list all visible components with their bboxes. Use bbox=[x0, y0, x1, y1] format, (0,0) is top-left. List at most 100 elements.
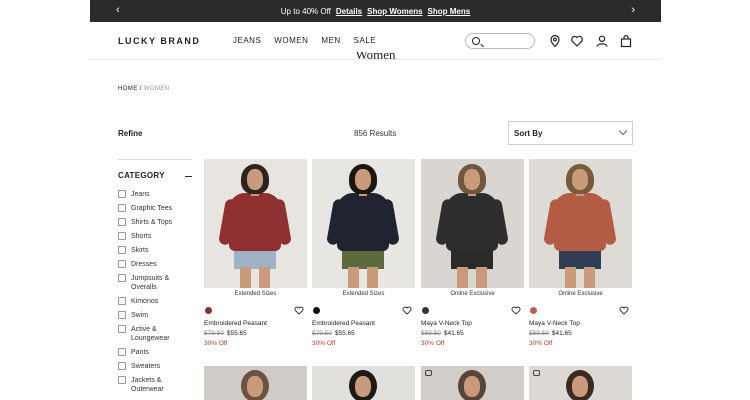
model-face bbox=[572, 169, 588, 190]
product-card[interactable]: Extended Sizes Embroidered Peasant $79.50 $… bbox=[312, 159, 415, 347]
checkbox[interactable] bbox=[118, 190, 126, 198]
brand-logo[interactable]: LUCKY BRAND bbox=[118, 36, 200, 46]
category-filter-item[interactable]: Jeans bbox=[118, 190, 192, 199]
product-image[interactable] bbox=[421, 159, 524, 288]
nav-jeans[interactable]: JEANS bbox=[233, 36, 261, 45]
product-card[interactable] bbox=[312, 366, 415, 400]
breadcrumb-current: WOMEN bbox=[143, 86, 170, 92]
product-name[interactable]: Embroidered Peasant bbox=[312, 320, 415, 327]
left-gutter bbox=[0, 0, 90, 400]
model-leg bbox=[457, 267, 468, 288]
checkbox[interactable] bbox=[118, 325, 126, 333]
category-label: Dresses bbox=[131, 261, 157, 268]
heart-icon[interactable] bbox=[511, 306, 521, 315]
category-filter-item[interactable]: Active & Loungewear bbox=[118, 325, 192, 343]
model-face bbox=[247, 376, 263, 397]
category-label: Jackets & Outerwear bbox=[131, 377, 164, 393]
product-card[interactable] bbox=[204, 366, 307, 400]
model-face bbox=[572, 376, 588, 397]
model-face bbox=[355, 376, 371, 397]
wishlist-icon[interactable] bbox=[570, 34, 584, 48]
product-card[interactable] bbox=[421, 366, 524, 400]
original-price: $79.50 bbox=[312, 330, 332, 337]
color-swatch[interactable] bbox=[205, 307, 212, 314]
checkbox[interactable] bbox=[118, 297, 126, 305]
product-image[interactable] bbox=[204, 159, 307, 288]
heart-icon[interactable] bbox=[402, 306, 412, 315]
checkbox[interactable] bbox=[118, 348, 126, 356]
promo-prev-arrow-icon[interactable]: ‹ bbox=[116, 4, 120, 16]
sale-price: $41.65 bbox=[443, 330, 464, 337]
category-filter-item[interactable]: Kimonos bbox=[118, 297, 192, 306]
store-locator-icon[interactable] bbox=[548, 34, 562, 48]
checkbox[interactable] bbox=[118, 362, 126, 370]
checkbox[interactable] bbox=[118, 260, 126, 268]
promo-details-link[interactable]: Details bbox=[336, 7, 362, 16]
right-gutter bbox=[660, 0, 750, 400]
promo-next-arrow-icon[interactable]: › bbox=[631, 4, 635, 16]
search-icon bbox=[472, 37, 480, 45]
product-card[interactable]: Online Exclusive Maya V-Neck Top $59.50 $41… bbox=[529, 159, 632, 347]
model-top bbox=[337, 193, 389, 251]
category-label: Swim bbox=[131, 312, 149, 319]
product-card[interactable]: Extended Sizes Embroidered Peasant $79.50 $… bbox=[204, 159, 307, 347]
nav-men[interactable]: MEN bbox=[321, 36, 340, 45]
product-image[interactable] bbox=[529, 159, 632, 288]
category-filter-item[interactable]: Graphic Tees bbox=[118, 204, 192, 213]
product-card[interactable]: Online Exclusive Maya V-Neck Top $59.50 $41… bbox=[421, 159, 524, 347]
category-label: Skirts bbox=[131, 247, 149, 254]
checkbox[interactable] bbox=[118, 246, 126, 254]
discount-label: 30% Off bbox=[421, 340, 445, 347]
category-label: Kimonos bbox=[131, 298, 159, 305]
checkbox[interactable] bbox=[118, 311, 126, 319]
nav-women[interactable]: WOMEN bbox=[274, 36, 308, 45]
heart-icon[interactable] bbox=[294, 306, 304, 315]
category-filter-item[interactable]: Jackets & Outerwear bbox=[118, 376, 192, 394]
promo-shop-womens-link[interactable]: Shop Womens bbox=[367, 7, 422, 16]
product-name[interactable]: Embroidered Peasant bbox=[204, 320, 307, 327]
category-filter-item[interactable]: Shirts & Tops bbox=[118, 218, 192, 227]
model-face bbox=[247, 169, 263, 190]
category-label: Graphic Tees bbox=[131, 205, 173, 212]
category-filter-header[interactable]: CATEGORY bbox=[118, 171, 192, 189]
product-name[interactable]: Maya V-Neck Top bbox=[421, 320, 524, 327]
model-top bbox=[229, 193, 281, 251]
color-swatch[interactable] bbox=[313, 307, 320, 314]
category-filter-item[interactable]: Shorts bbox=[118, 232, 192, 241]
category-filter-item[interactable]: Pants bbox=[118, 348, 192, 357]
category-filter-item[interactable]: Skirts bbox=[118, 246, 192, 255]
product-image[interactable] bbox=[312, 159, 415, 288]
category-filter-item[interactable]: Swim bbox=[118, 311, 192, 320]
color-swatch[interactable] bbox=[530, 307, 537, 314]
refine-heading: Refine bbox=[118, 129, 143, 138]
color-swatch[interactable] bbox=[422, 307, 429, 314]
model-leg bbox=[476, 267, 487, 288]
nav-sale[interactable]: SALE bbox=[354, 36, 376, 45]
checkbox[interactable] bbox=[118, 274, 126, 282]
product-card[interactable] bbox=[529, 366, 632, 400]
breadcrumb: HOME / WOMEN bbox=[118, 86, 170, 92]
category-filter-item[interactable]: Dresses bbox=[118, 260, 192, 269]
original-price: $79.50 bbox=[204, 330, 224, 337]
swatch-row bbox=[529, 303, 632, 319]
account-icon[interactable] bbox=[595, 34, 609, 48]
checkbox[interactable] bbox=[118, 204, 126, 212]
category-filter-item[interactable]: Jumpsuits & Overalls bbox=[118, 274, 192, 292]
model-face bbox=[464, 169, 480, 190]
breadcrumb-home[interactable]: HOME bbox=[118, 86, 138, 92]
sale-price: $55.65 bbox=[334, 330, 355, 337]
search-input[interactable] bbox=[465, 33, 535, 49]
promo-shop-mens-link[interactable]: Shop Mens bbox=[428, 7, 471, 16]
checkbox[interactable] bbox=[118, 376, 126, 384]
sort-by-select[interactable]: Sort By bbox=[508, 121, 633, 145]
category-filter-item[interactable]: Sweaters bbox=[118, 362, 192, 371]
heart-icon[interactable] bbox=[619, 306, 629, 315]
checkbox[interactable] bbox=[118, 232, 126, 240]
promo-bar: ‹ Up to 40% Off Details Shop Womens Shop… bbox=[90, 0, 661, 22]
swatch-row bbox=[421, 303, 524, 319]
collapse-minus-icon[interactable] bbox=[185, 176, 192, 177]
category-label: Active & Loungewear bbox=[131, 326, 170, 342]
cart-icon[interactable] bbox=[619, 34, 633, 48]
checkbox[interactable] bbox=[118, 218, 126, 226]
product-name[interactable]: Maya V-Neck Top bbox=[529, 320, 632, 327]
